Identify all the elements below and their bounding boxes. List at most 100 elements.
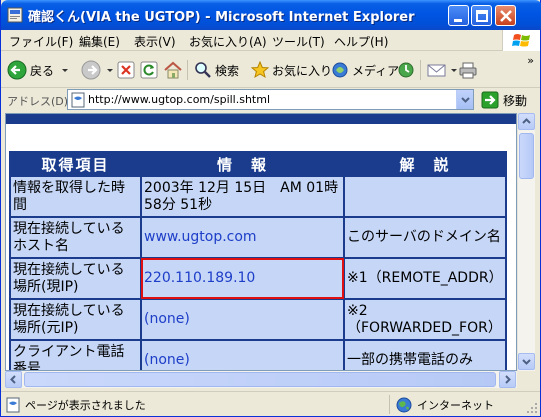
toolbar: 戻る 検索 お気に入り メディア »	[1, 52, 540, 88]
menu-tools[interactable]: ツール(T)	[272, 33, 325, 50]
row-note: 一部の携帯電話のみ	[343, 339, 507, 370]
windows-flag-icon	[512, 34, 530, 47]
menu-help[interactable]: ヘルプ(H)	[334, 33, 388, 50]
favorites-button[interactable]: お気に入り	[251, 59, 332, 81]
media-label: メディア	[352, 63, 400, 78]
row-item: クライアント電話番号	[9, 339, 142, 370]
history-button[interactable]	[397, 59, 415, 81]
page-content[interactable]: 取得項目 情 報 解 説 情報を取得した時間 2003年 12月 15日 AM …	[5, 113, 517, 371]
row-item: 現在接続している場所(現IP)	[9, 257, 142, 300]
media-button[interactable]: メディア	[331, 59, 399, 81]
forward-button[interactable]	[81, 59, 115, 81]
row-info: (none)	[140, 339, 345, 370]
favorites-label: お気に入り	[272, 63, 333, 78]
arrow-down-icon	[522, 359, 531, 365]
mail-button[interactable]	[427, 59, 459, 81]
minimize-button[interactable]	[448, 5, 469, 26]
go-button[interactable]: 移動	[481, 91, 527, 109]
forward-arrow-icon	[81, 60, 101, 80]
back-label: 戻る	[30, 63, 55, 78]
scrollbar-corner	[517, 371, 535, 388]
vertical-scrollbar[interactable]	[517, 113, 535, 371]
menu-view[interactable]: 表示(V)	[134, 33, 176, 50]
arrow-left-icon	[10, 375, 16, 384]
status-text: ページが表示されました	[25, 399, 146, 412]
home-icon	[164, 61, 182, 79]
row-item: 現在接続している場所(元IP)	[9, 298, 142, 341]
back-arrow-icon	[7, 60, 27, 80]
search-label: 検索	[215, 63, 240, 78]
maximize-icon	[476, 10, 488, 22]
security-zone: インターネット	[389, 395, 519, 414]
info-table: 取得項目 情 報 解 説 情報を取得した時間 2003年 12月 15日 AM …	[9, 151, 507, 370]
table-row: 現在接続しているホスト名 www.ugtop.com このサーバのドメイン名	[9, 216, 507, 259]
table-row: 現在接続している場所(元IP) (none) ※2（FORWARDED_FOR）	[9, 298, 507, 341]
print-button[interactable]	[459, 59, 477, 81]
chevron-down-icon	[451, 69, 457, 72]
table-row: クライアント電話番号 (none) 一部の携帯電話のみ	[9, 339, 507, 370]
status-bar: ページが表示されました インターネット	[1, 391, 540, 416]
toolbar-separator	[187, 60, 188, 80]
row-note: このサーバのドメイン名	[343, 216, 507, 259]
menu-edit[interactable]: 編集(E)	[79, 33, 120, 50]
refresh-button[interactable]	[140, 59, 158, 81]
toolbar-overflow-icon[interactable]: »	[527, 54, 534, 67]
arrow-up-icon	[522, 118, 531, 124]
toolbar-separator	[420, 60, 421, 80]
row-item: 情報を取得した時間	[9, 175, 142, 218]
chevron-down-icon	[62, 69, 69, 72]
scroll-left-button[interactable]	[5, 371, 22, 388]
chevron-down-icon	[461, 97, 470, 103]
page-icon	[71, 92, 85, 108]
address-input[interactable]: http://www.ugtop.com/spill.shtml	[67, 89, 474, 110]
window-title: 確認くん(VIA the UGTOP) - Microsoft Internet…	[28, 10, 415, 25]
stop-button[interactable]	[117, 59, 135, 81]
table-row: 情報を取得した時間 2003年 12月 15日 AM 01時 58分 51秒	[9, 175, 507, 218]
row-note: ※2（FORWARDED_FOR）	[343, 298, 507, 341]
scroll-right-button[interactable]	[499, 371, 516, 388]
media-icon	[332, 62, 348, 78]
address-dropdown-button[interactable]	[456, 90, 473, 109]
resize-grip-icon[interactable]	[526, 402, 538, 414]
back-button[interactable]: 戻る	[7, 59, 70, 81]
row-info: 2003年 12月 15日 AM 01時 58分 51秒	[140, 175, 345, 218]
app-icon	[7, 7, 23, 23]
close-icon	[500, 10, 512, 22]
refresh-icon	[140, 61, 158, 79]
row-info: (none)	[140, 298, 345, 341]
header-info: 情 報	[140, 151, 345, 177]
address-bar: アドレス(D) http://www.ugtop.com/spill.shtml…	[1, 89, 540, 111]
windows-logo	[502, 30, 540, 51]
host-link[interactable]: www.ugtop.com	[140, 216, 345, 259]
table-header-row: 取得項目 情 報 解 説	[9, 151, 507, 177]
close-button[interactable]	[495, 5, 516, 26]
scroll-down-button[interactable]	[518, 353, 535, 370]
horizontal-scrollbar[interactable]	[5, 371, 517, 388]
menu-file[interactable]: ファイル(F)	[9, 33, 73, 50]
minimize-icon	[454, 19, 462, 22]
menu-favorites[interactable]: お気に入り(A)	[189, 33, 267, 50]
address-url: http://www.ugtop.com/spill.shtml	[88, 93, 271, 106]
browser-window: 確認くん(VIA the UGTOP) - Microsoft Internet…	[0, 0, 541, 417]
search-button[interactable]: 検索	[194, 59, 239, 81]
arrow-right-icon	[505, 375, 511, 384]
row-item: 現在接続しているホスト名	[9, 216, 142, 259]
address-label: アドレス(D)	[7, 95, 69, 108]
row-note: ※1（REMOTE_ADDR）	[343, 257, 507, 300]
header-item: 取得項目	[9, 151, 142, 177]
header-note: 解 説	[343, 151, 507, 177]
vertical-scroll-thumb[interactable]	[519, 133, 534, 179]
table-row: 現在接続している場所(現IP) 220.110.189.10 ※1（REMOTE…	[9, 257, 507, 300]
star-icon	[251, 61, 269, 79]
go-arrow-icon	[481, 91, 499, 109]
go-label: 移動	[503, 93, 528, 108]
scroll-up-button[interactable]	[518, 113, 535, 130]
horizontal-scroll-thumb[interactable]	[24, 372, 496, 387]
mail-icon	[427, 64, 446, 77]
title-bar[interactable]: 確認くん(VIA the UGTOP) - Microsoft Internet…	[1, 0, 541, 30]
maximize-button[interactable]	[471, 5, 492, 26]
menu-bar: ファイル(F) 編集(E) 表示(V) お気に入り(A) ツール(T) ヘルプ(…	[1, 30, 540, 51]
home-button[interactable]	[163, 59, 183, 81]
row-note	[343, 175, 507, 218]
zone-label: インターネット	[417, 398, 494, 412]
